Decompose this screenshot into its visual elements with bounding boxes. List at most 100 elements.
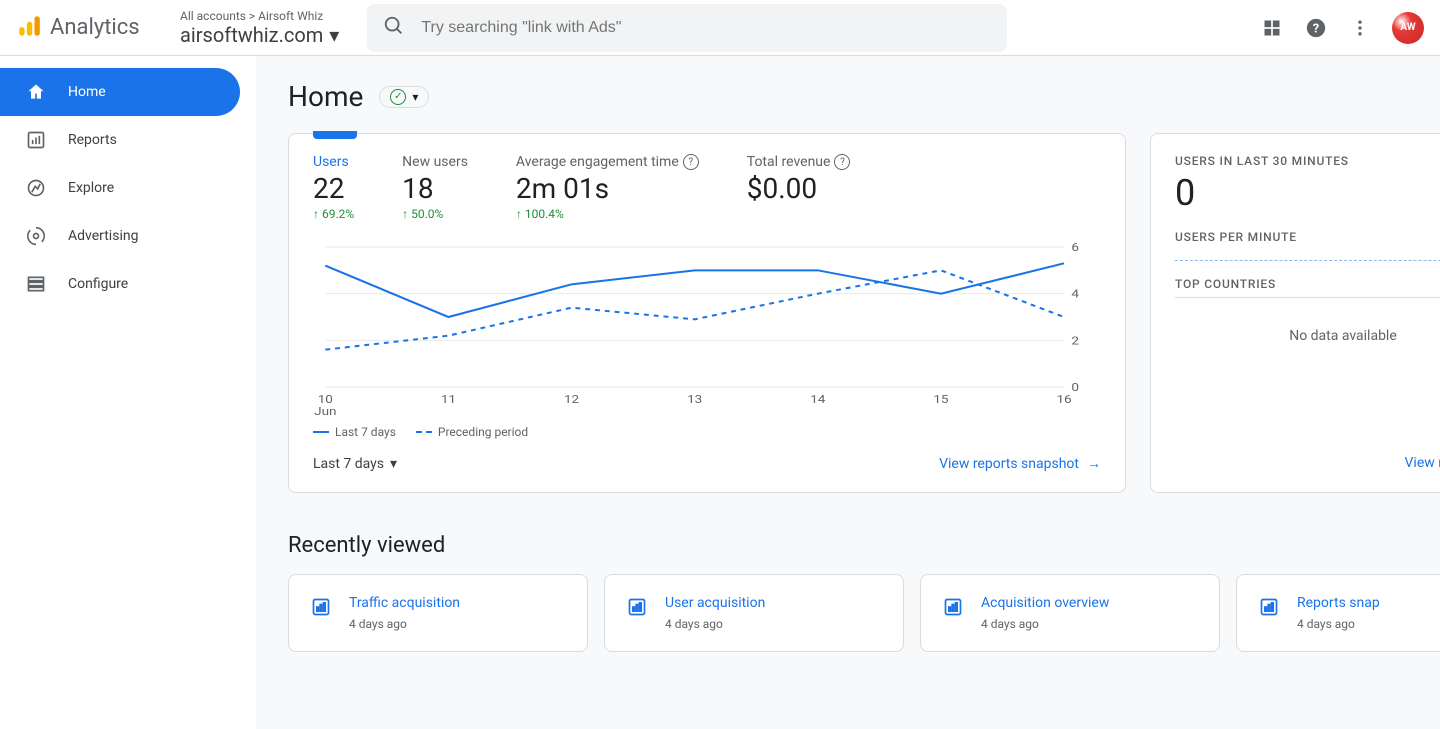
svg-text:11: 11 [441, 394, 456, 406]
search-icon [383, 15, 405, 41]
configure-icon [24, 272, 48, 296]
legend-dash-icon [416, 431, 432, 433]
svg-text:16: 16 [1056, 394, 1071, 406]
metric-value: 18 [402, 172, 468, 205]
svg-text:13: 13 [687, 394, 702, 406]
chevron-down-icon: ▾ [412, 90, 418, 104]
home-icon [24, 80, 48, 104]
analytics-logo-icon [16, 13, 42, 43]
account-breadcrumb: All accounts > Airsoft Whiz [180, 9, 339, 23]
sidebar-item-reports[interactable]: Reports [0, 116, 240, 164]
chart-legend: Last 7 days Preceding period [313, 425, 1101, 439]
recent-card[interactable]: Traffic acquisition 4 days ago [288, 574, 588, 652]
property-name: airsoftwhiz.com ▾ [180, 23, 339, 47]
recent-time: 4 days ago [349, 617, 460, 631]
sidebar-item-explore[interactable]: Explore [0, 164, 240, 212]
overview-card: Users 22 ↑ 69.2% New users 18 ↑ 50.0% Av… [288, 133, 1126, 493]
report-icon [625, 595, 649, 619]
chevron-down-icon: ▾ [390, 456, 397, 472]
sidebar-item-label: Reports [68, 132, 117, 148]
check-circle-icon: ✓ [390, 89, 406, 105]
metric-users[interactable]: Users 22 ↑ 69.2% [313, 154, 354, 221]
metric-value: $0.00 [747, 172, 851, 205]
recent-time: 4 days ago [981, 617, 1109, 631]
divider [1175, 260, 1440, 261]
svg-text:Jun: Jun [314, 406, 336, 417]
recent-title: User acquisition [665, 595, 765, 611]
svg-text:12: 12 [564, 394, 579, 406]
top-countries-header: TOP COUNTRIES USERS [1175, 277, 1440, 298]
arrow-right-icon: → [1087, 455, 1101, 472]
recent-title: Traffic acquisition [349, 595, 460, 611]
account-picker[interactable]: All accounts > Airsoft Whiz airsoftwhiz.… [164, 9, 355, 47]
svg-text:4: 4 [1071, 289, 1079, 301]
svg-text:10: 10 [318, 394, 333, 406]
sidebar-item-home[interactable]: Home [0, 68, 240, 116]
report-icon [309, 595, 333, 619]
logo-block: Analytics [16, 13, 164, 43]
date-range-selector[interactable]: Last 7 days ▾ [313, 456, 397, 472]
sidebar-item-advertising[interactable]: Advertising [0, 212, 240, 260]
realtime-card: USERS IN LAST 30 MINUTES 0 USERS PER MIN… [1150, 133, 1440, 493]
report-icon [1257, 595, 1281, 619]
header-actions: ? AW [1260, 12, 1424, 44]
status-badge[interactable]: ✓ ▾ [379, 86, 429, 108]
svg-text:?: ? [1313, 21, 1319, 36]
view-realtime-link[interactable]: View realtime → [1405, 454, 1440, 471]
sidebar-item-label: Explore [68, 180, 114, 196]
explore-icon [24, 176, 48, 200]
realtime-per-min-label: USERS PER MINUTE [1175, 230, 1440, 244]
metric-average-engagement-time[interactable]: Average engagement time ? 2m 01s ↑ 100.4… [516, 154, 699, 221]
metric-value: 2m 01s [516, 172, 699, 205]
info-icon[interactable]: ? [834, 154, 850, 170]
legend-current: Last 7 days [313, 425, 396, 439]
metric-change: ↑ 100.4% [516, 207, 699, 221]
search-input[interactable] [421, 19, 991, 37]
realtime-label: USERS IN LAST 30 MINUTES [1175, 154, 1440, 168]
sidebar-item-label: Home [68, 84, 106, 100]
product-name: Analytics [50, 15, 140, 40]
metric-label: Users [313, 154, 354, 170]
metric-total-revenue[interactable]: Total revenue ? $0.00 [747, 154, 851, 221]
apps-icon[interactable] [1260, 16, 1284, 40]
help-icon[interactable]: ? [1304, 16, 1328, 40]
metric-label: Total revenue ? [747, 154, 851, 170]
sidebar-item-label: Configure [68, 276, 128, 292]
metric-change: ↑ 50.0% [402, 207, 468, 221]
svg-text:14: 14 [810, 394, 825, 406]
active-tab-indicator [313, 131, 357, 139]
metric-change: ↑ 69.2% [313, 207, 354, 221]
svg-text:15: 15 [933, 394, 948, 406]
metric-value: 22 [313, 172, 354, 205]
recent-title: Reports snap [1297, 595, 1380, 611]
recently-viewed-title: Recently viewed [288, 533, 1440, 558]
metric-label: New users [402, 154, 468, 170]
legend-line-icon [313, 431, 329, 433]
realtime-value: 0 [1175, 172, 1440, 214]
svg-text:0: 0 [1071, 382, 1079, 394]
advertising-icon [24, 224, 48, 248]
app-header: Analytics All accounts > Airsoft Whiz ai… [0, 0, 1440, 56]
metric-new-users[interactable]: New users 18 ↑ 50.0% [402, 154, 468, 221]
chevron-down-icon: ▾ [329, 23, 339, 47]
search-bar[interactable] [367, 4, 1007, 52]
page-title: Home ✓ ▾ [288, 80, 429, 113]
recent-card[interactable]: Acquisition overview 4 days ago [920, 574, 1220, 652]
sidebar: Home Reports Explore Advertising Configu… [0, 56, 256, 729]
trend-chart: 0 2 4 6 10 11 12 13 14 15 16 Jun [313, 237, 1101, 417]
avatar[interactable]: AW [1392, 12, 1424, 44]
recent-card[interactable]: User acquisition 4 days ago [604, 574, 904, 652]
recent-time: 4 days ago [1297, 617, 1380, 631]
metric-label: Average engagement time ? [516, 154, 699, 170]
legend-previous: Preceding period [416, 425, 528, 439]
info-icon[interactable]: ? [683, 154, 699, 170]
recently-viewed-row: Traffic acquisition 4 days ago User acqu… [288, 574, 1440, 652]
more-vert-icon[interactable] [1348, 16, 1372, 40]
main-content: Home ✓ ▾ Users 22 ↑ 69.2% New users 18 ↑… [256, 56, 1440, 729]
svg-text:2: 2 [1071, 335, 1079, 347]
svg-text:6: 6 [1071, 242, 1079, 254]
view-reports-link[interactable]: View reports snapshot → [939, 455, 1101, 472]
recent-card[interactable]: Reports snap 4 days ago [1236, 574, 1440, 652]
sidebar-item-configure[interactable]: Configure [0, 260, 240, 308]
reports-icon [24, 128, 48, 152]
